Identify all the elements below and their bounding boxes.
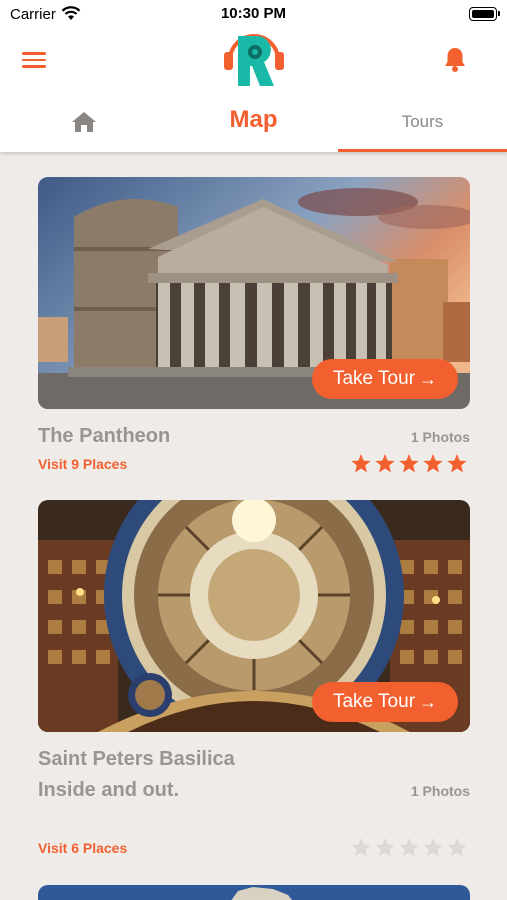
star-icon	[351, 454, 371, 473]
tab-tours[interactable]: Tours	[338, 112, 507, 132]
battery-icon	[469, 7, 500, 21]
take-tour-label: Take Tour	[332, 691, 416, 712]
tour-image: Take Tour →	[38, 177, 470, 409]
tour-title: The Pantheon	[38, 425, 171, 447]
star-icon	[447, 838, 467, 857]
star-icon	[375, 838, 395, 857]
tour-title: Saint Peters Basilica Inside and out.	[38, 748, 235, 801]
tour-card[interactable]	[38, 885, 470, 900]
tab-map[interactable]: Map	[169, 106, 338, 134]
take-tour-button[interactable]: Take Tour →	[312, 682, 458, 722]
star-icon	[447, 454, 467, 473]
star-icon	[399, 454, 419, 473]
tab-home[interactable]	[70, 110, 98, 139]
take-tour-label: Take Tour	[332, 368, 416, 389]
visit-places-link[interactable]: Visit 9 Places	[38, 456, 127, 472]
hamburger-menu-icon[interactable]	[22, 48, 50, 72]
tour-card[interactable]: Take Tour → The Pantheon 1 Photos Visit …	[38, 177, 470, 473]
star-icon	[399, 838, 419, 857]
rating-stars	[350, 453, 468, 474]
arrow-right-icon: →	[419, 691, 438, 712]
app-header	[0, 28, 507, 94]
active-tab-indicator	[338, 149, 507, 152]
tour-card[interactable]: Take Tour → Saint Peters Basilica Inside…	[38, 500, 470, 857]
tab-bar: Map Tours	[0, 94, 507, 152]
tour-image: Take Tour →	[38, 500, 470, 732]
tour-image	[38, 885, 470, 900]
star-icon	[375, 454, 395, 473]
clock: 10:30 PM	[220, 5, 287, 22]
status-bar: Carrier 10:30 PM	[0, 0, 507, 28]
arrow-right-icon: →	[419, 368, 438, 389]
star-icon	[351, 838, 371, 857]
photo-count: 1 Photos	[410, 429, 470, 445]
star-icon	[423, 454, 443, 473]
visit-places-link[interactable]: Visit 6 Places	[38, 840, 127, 856]
photo-count: 1 Photos	[410, 783, 470, 799]
rating-stars	[350, 837, 468, 858]
star-icon	[423, 838, 443, 857]
home-icon	[72, 112, 96, 132]
bell-icon[interactable]	[443, 46, 467, 77]
app-logo	[224, 34, 284, 86]
take-tour-button[interactable]: Take Tour →	[312, 359, 458, 399]
